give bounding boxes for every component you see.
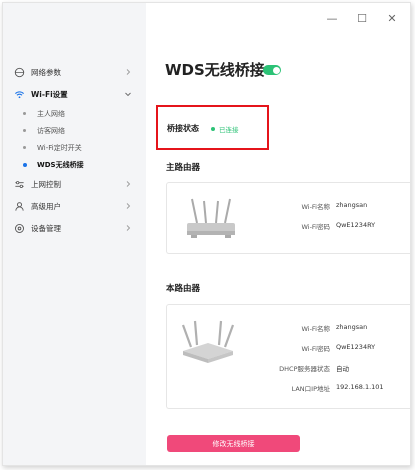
- local-router-card: Wi-Fi名称 zhangsan Wi-Fi密码 QwE1234RY DHCP服…: [166, 304, 410, 409]
- kv-row: LAN口IP地址 192.168.1.101: [262, 383, 384, 393]
- primary-router-heading: 主路由器: [166, 163, 201, 173]
- bullet-icon: [23, 129, 26, 132]
- sidebar-item-wifi-settings[interactable]: Wi-Fi设置: [3, 83, 146, 105]
- field-value: zhangsan: [336, 323, 368, 331]
- field-key: Wi-Fi密码: [301, 223, 330, 231]
- kv-row: Wi-Fi名称 zhangsan: [262, 323, 367, 333]
- bridge-status-label: 桥接状态: [167, 124, 199, 133]
- kv-row: Wi-Fi密码 QwE1234RY: [262, 221, 375, 231]
- sidebar-item-label: 网络参数: [31, 67, 61, 77]
- user-icon: [15, 202, 24, 211]
- globe-icon: [14, 67, 25, 78]
- sidebar-subitem-label: 主人网络: [37, 109, 65, 118]
- wifi-icon: [15, 91, 24, 99]
- field-value: QwE1234RY: [336, 343, 376, 351]
- page-title: WDS无线桥接: [165, 61, 265, 79]
- app-window: — ☐ ✕ 网络参数 Wi-Fi设置 主人网络 访客网络 Wi-Fi定时开关 W…: [2, 2, 411, 466]
- sidebar-subitem-host-network[interactable]: 主人网络: [3, 105, 146, 122]
- status-dot-icon: [211, 127, 215, 131]
- sidebar-subitem-wds-bridge[interactable]: WDS无线桥接: [3, 156, 146, 173]
- sidebar-item-device-management[interactable]: 设备管理: [3, 217, 146, 239]
- field-key: Wi-Fi名称: [301, 325, 330, 333]
- chevron-right-icon: [126, 225, 131, 231]
- main-content: WDS无线桥接 桥接状态 已连接 主路由器 Wi-Fi名称 zhangsan W…: [146, 3, 410, 465]
- bridge-status-value: 已连接: [219, 126, 239, 134]
- sidebar-subitem-wifi-schedule[interactable]: Wi-Fi定时开关: [3, 139, 146, 156]
- sliders-icon: [15, 181, 24, 188]
- kv-row: Wi-Fi密码 QwE1234RY: [262, 343, 375, 353]
- chevron-right-icon: [126, 181, 131, 187]
- sidebar-item-label: Wi-Fi设置: [31, 89, 68, 99]
- bullet-icon: [22, 162, 27, 167]
- sidebar-item-label: 高级用户: [31, 201, 61, 211]
- field-value: 192.168.1.101: [336, 383, 384, 391]
- field-value: zhangsan: [336, 201, 368, 209]
- field-key: Wi-Fi名称: [301, 203, 330, 211]
- chevron-right-icon: [126, 203, 131, 209]
- sidebar-subitem-label: WDS无线桥接: [37, 160, 84, 169]
- sidebar: 网络参数 Wi-Fi设置 主人网络 访客网络 Wi-Fi定时开关 WDS无线桥接…: [3, 3, 146, 465]
- sidebar-subitem-guest-network[interactable]: 访客网络: [3, 122, 146, 139]
- wds-toggle-switch[interactable]: [263, 65, 281, 75]
- chevron-right-icon: [126, 69, 131, 75]
- field-value: QwE1234RY: [336, 221, 376, 229]
- modify-bridge-button[interactable]: 修改无线桥接: [167, 435, 300, 452]
- router-icon: [181, 320, 235, 363]
- kv-row: Wi-Fi名称 zhangsan: [262, 201, 367, 211]
- bullet-icon: [23, 146, 26, 149]
- bullet-icon: [23, 112, 26, 115]
- sidebar-item-label: 上网控制: [31, 179, 61, 189]
- local-router-heading: 本路由器: [166, 284, 201, 294]
- gear-icon: [15, 224, 24, 233]
- sidebar-item-network-params[interactable]: 网络参数: [3, 61, 146, 83]
- router-icon: [187, 198, 235, 238]
- sidebar-subitem-label: Wi-Fi定时开关: [37, 143, 82, 152]
- field-value: 自动: [336, 365, 349, 373]
- field-key: Wi-Fi密码: [301, 345, 330, 353]
- chevron-down-icon: [125, 92, 131, 97]
- sidebar-nav: 网络参数 Wi-Fi设置 主人网络 访客网络 Wi-Fi定时开关 WDS无线桥接…: [3, 61, 146, 239]
- kv-row: DHCP服务器状态 自动: [262, 363, 349, 373]
- field-key: LAN口IP地址: [291, 385, 330, 393]
- field-key: DHCP服务器状态: [279, 365, 330, 373]
- sidebar-item-advanced-user[interactable]: 高级用户: [3, 195, 146, 217]
- primary-router-card: Wi-Fi名称 zhangsan Wi-Fi密码 QwE1234RY: [166, 182, 410, 254]
- sidebar-item-label: 设备管理: [31, 223, 61, 233]
- sidebar-subitem-label: 访客网络: [37, 126, 65, 135]
- sidebar-item-internet-control[interactable]: 上网控制: [3, 173, 146, 195]
